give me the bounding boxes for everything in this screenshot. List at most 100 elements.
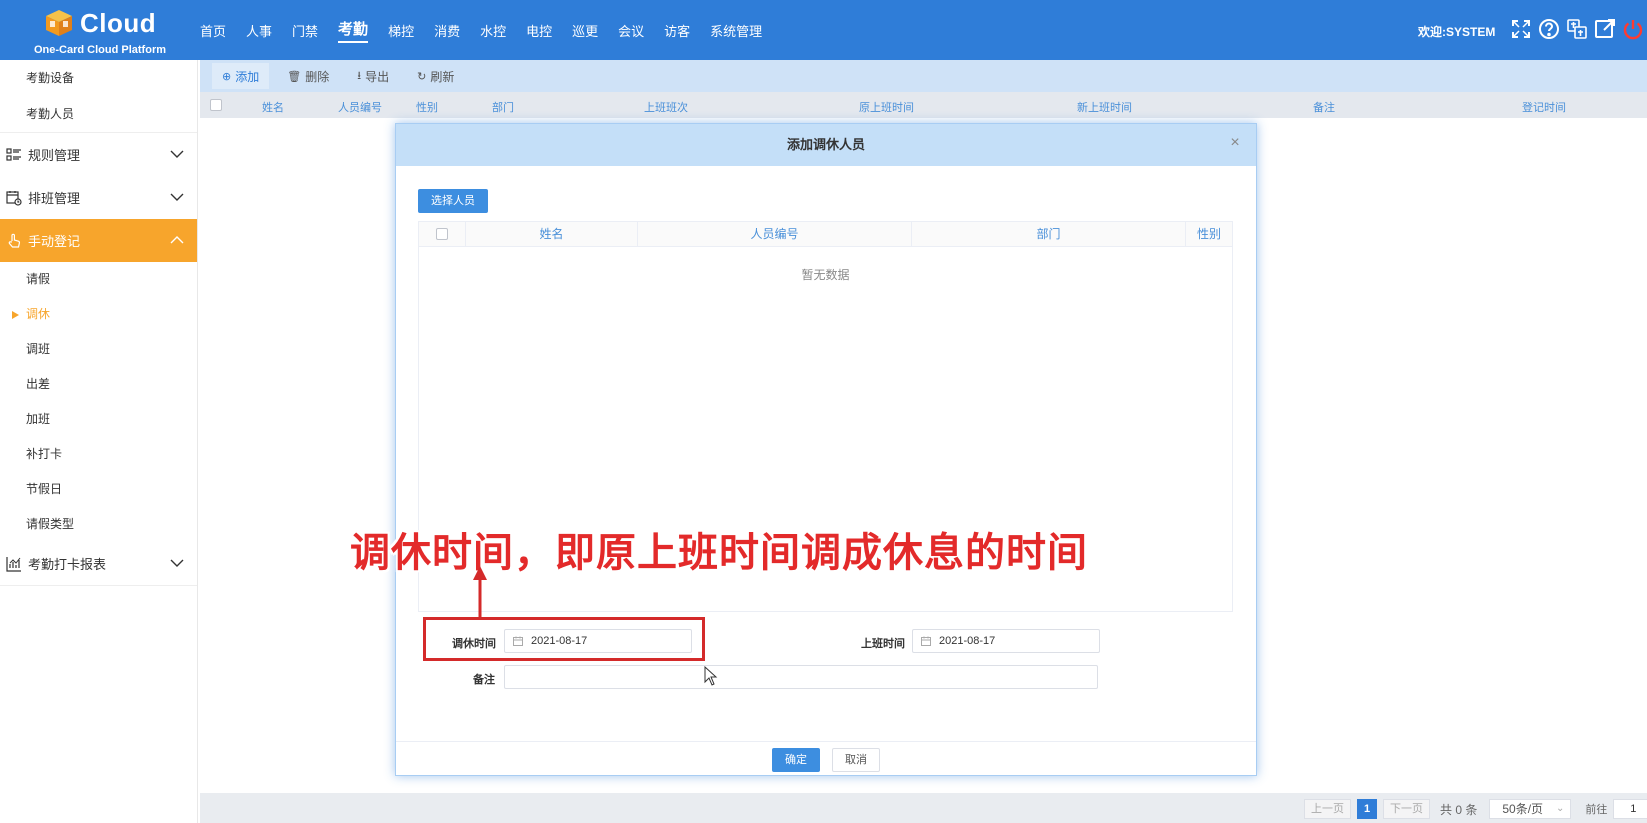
sidebar-item-label: 请假类型 [26, 517, 75, 531]
sidebar-group-label: 手动登记 [28, 234, 81, 249]
page-size-select[interactable]: 50条/页 ⌄ [1489, 799, 1572, 819]
sidebar-item-leave-type[interactable]: 请假类型 [0, 507, 197, 542]
download-icon: ⭳ [357, 69, 362, 82]
select-all-checkbox[interactable] [210, 99, 222, 111]
nav-water[interactable]: 水控 [480, 21, 506, 40]
brand-name: Cloud [80, 8, 157, 38]
sidebar-group-label: 规则管理 [28, 148, 81, 163]
export-button[interactable]: ⭳ 导出 [347, 63, 399, 89]
refresh-label: 刷新 [430, 69, 455, 84]
person-table-header: 姓名 人员编号 部门 性别 [419, 222, 1232, 247]
export-label: 导出 [365, 69, 390, 84]
external-link-icon[interactable] [1594, 18, 1616, 40]
welcome-text: 欢迎:SYSTEM [1418, 25, 1496, 39]
nav-access-control[interactable]: 门禁 [292, 21, 318, 40]
select-all-checkbox[interactable] [436, 228, 448, 240]
confirm-button[interactable]: 确定 [772, 748, 820, 772]
dialog-title: 添加调休人员 [396, 124, 1256, 166]
nav-patrol[interactable]: 巡更 [572, 21, 598, 40]
chevron-down-icon [170, 150, 184, 158]
add-button[interactable]: ⊕ 添加 [212, 63, 270, 89]
cancel-button[interactable]: 取消 [832, 748, 880, 772]
sidebar-item-rest-shift[interactable]: 调休 [0, 297, 197, 332]
next-page-button[interactable]: 下一页 [1383, 799, 1430, 819]
sidebar-item-attendance-person[interactable]: 考勤人员 [0, 96, 197, 132]
sidebar-item-label: 出差 [26, 377, 51, 391]
sidebar-group-rules[interactable]: 规则管理 [0, 133, 197, 176]
table-header: 姓名 人员编号 性别 部门 上班班次 原上班时间 新上班时间 备注 登记时间 [200, 92, 1647, 118]
refresh-icon: ↻ [417, 70, 427, 83]
goto-page-input[interactable]: 1 [1613, 799, 1647, 819]
column-header[interactable]: 性别 [416, 99, 438, 115]
sidebar-group-label: 考勤打卡报表 [28, 557, 107, 572]
sidebar-divider [0, 585, 197, 586]
sidebar-item-label: 节假日 [26, 482, 63, 496]
nav-electric[interactable]: 电控 [526, 21, 552, 40]
dialog-footer-divider [396, 741, 1256, 742]
language-icon[interactable] [1566, 18, 1588, 40]
help-icon[interactable] [1538, 18, 1560, 40]
refresh-button[interactable]: ↻ 刷新 [407, 63, 464, 89]
chevron-down-icon [170, 193, 184, 201]
calendar-clock-icon [6, 190, 22, 206]
sidebar-item-overtime[interactable]: 加班 [0, 402, 197, 437]
current-page[interactable]: 1 [1357, 799, 1377, 819]
add-rest-person-dialog: 添加调休人员 × 选择人员 姓名 人员编号 部门 性别 暂无数据 调休时间 20… [395, 123, 1257, 776]
top-bar: Cloud One-Card Cloud Platform 首页 人事 门禁 考… [0, 0, 1647, 60]
mouse-cursor-icon [704, 666, 718, 686]
annotation-highlight-box [423, 617, 705, 661]
column-header[interactable]: 部门 [492, 99, 514, 115]
annotation-arrow-icon [473, 566, 487, 620]
fullscreen-icon[interactable] [1510, 18, 1532, 40]
sidebar-group-manual[interactable]: 手动登记 [0, 219, 197, 262]
brand-subtitle: One-Card Cloud Platform [34, 44, 167, 56]
sidebar-item-label: 请假 [26, 272, 51, 286]
column-header[interactable]: 性别 [1185, 222, 1232, 247]
column-header[interactable]: 原上班时间 [859, 99, 914, 115]
work-time-date-picker[interactable]: 2021-08-17 [912, 629, 1100, 653]
power-icon[interactable] [1622, 18, 1644, 40]
nav-attendance[interactable]: 考勤 [338, 18, 369, 43]
sidebar-item-punch-supplement[interactable]: 补打卡 [0, 437, 197, 472]
sidebar-group-schedule[interactable]: 排班管理 [0, 176, 197, 219]
nav-hr[interactable]: 人事 [246, 21, 272, 40]
sidebar-item-label: 调班 [26, 342, 51, 356]
sidebar-item-shift-swap[interactable]: 调班 [0, 332, 197, 367]
sidebar-item-label: 调休 [26, 307, 51, 321]
nav-system[interactable]: 系统管理 [710, 21, 762, 40]
chevron-down-icon: ⌄ [1555, 803, 1565, 814]
sidebar-item-leave[interactable]: 请假 [0, 262, 197, 297]
prev-page-button[interactable]: 上一页 [1304, 799, 1351, 819]
header-icons [1510, 18, 1644, 40]
nav-meeting[interactable]: 会议 [618, 21, 644, 40]
column-header[interactable]: 部门 [911, 222, 1185, 247]
chevron-down-icon [170, 559, 184, 567]
column-header[interactable]: 登记时间 [1522, 99, 1566, 115]
delete-label: 删除 [305, 69, 330, 84]
nav-consumption[interactable]: 消费 [434, 21, 460, 40]
column-header[interactable]: 人员编号 [637, 222, 911, 247]
select-person-button[interactable]: 选择人员 [418, 189, 488, 213]
list-icon [6, 147, 22, 163]
sidebar-item-attendance-device[interactable]: 考勤设备 [0, 60, 197, 96]
column-header[interactable]: 人员编号 [338, 99, 382, 115]
chevron-up-icon [170, 236, 184, 244]
plus-circle-icon: ⊕ [222, 70, 232, 83]
delete-button[interactable]: 🗑 删除 [277, 63, 339, 89]
column-header[interactable]: 姓名 [465, 222, 637, 247]
remark-input[interactable] [504, 665, 1098, 689]
column-header[interactable]: 上班班次 [644, 99, 688, 115]
sidebar-item-business-trip[interactable]: 出差 [0, 367, 197, 402]
chart-icon [6, 556, 22, 572]
column-header[interactable]: 姓名 [262, 99, 284, 115]
nav-visitor[interactable]: 访客 [664, 21, 690, 40]
nav-elevator[interactable]: 梯控 [388, 21, 414, 40]
sidebar-group-label: 排班管理 [28, 191, 81, 206]
hand-pointer-icon [6, 233, 22, 249]
nav-home[interactable]: 首页 [200, 21, 226, 40]
sidebar-item-holiday[interactable]: 节假日 [0, 472, 197, 507]
column-header[interactable]: 备注 [1313, 99, 1335, 115]
close-icon[interactable]: × [1228, 135, 1242, 151]
sidebar-group-report[interactable]: 考勤打卡报表 [0, 542, 197, 585]
column-header[interactable]: 新上班时间 [1077, 99, 1132, 115]
